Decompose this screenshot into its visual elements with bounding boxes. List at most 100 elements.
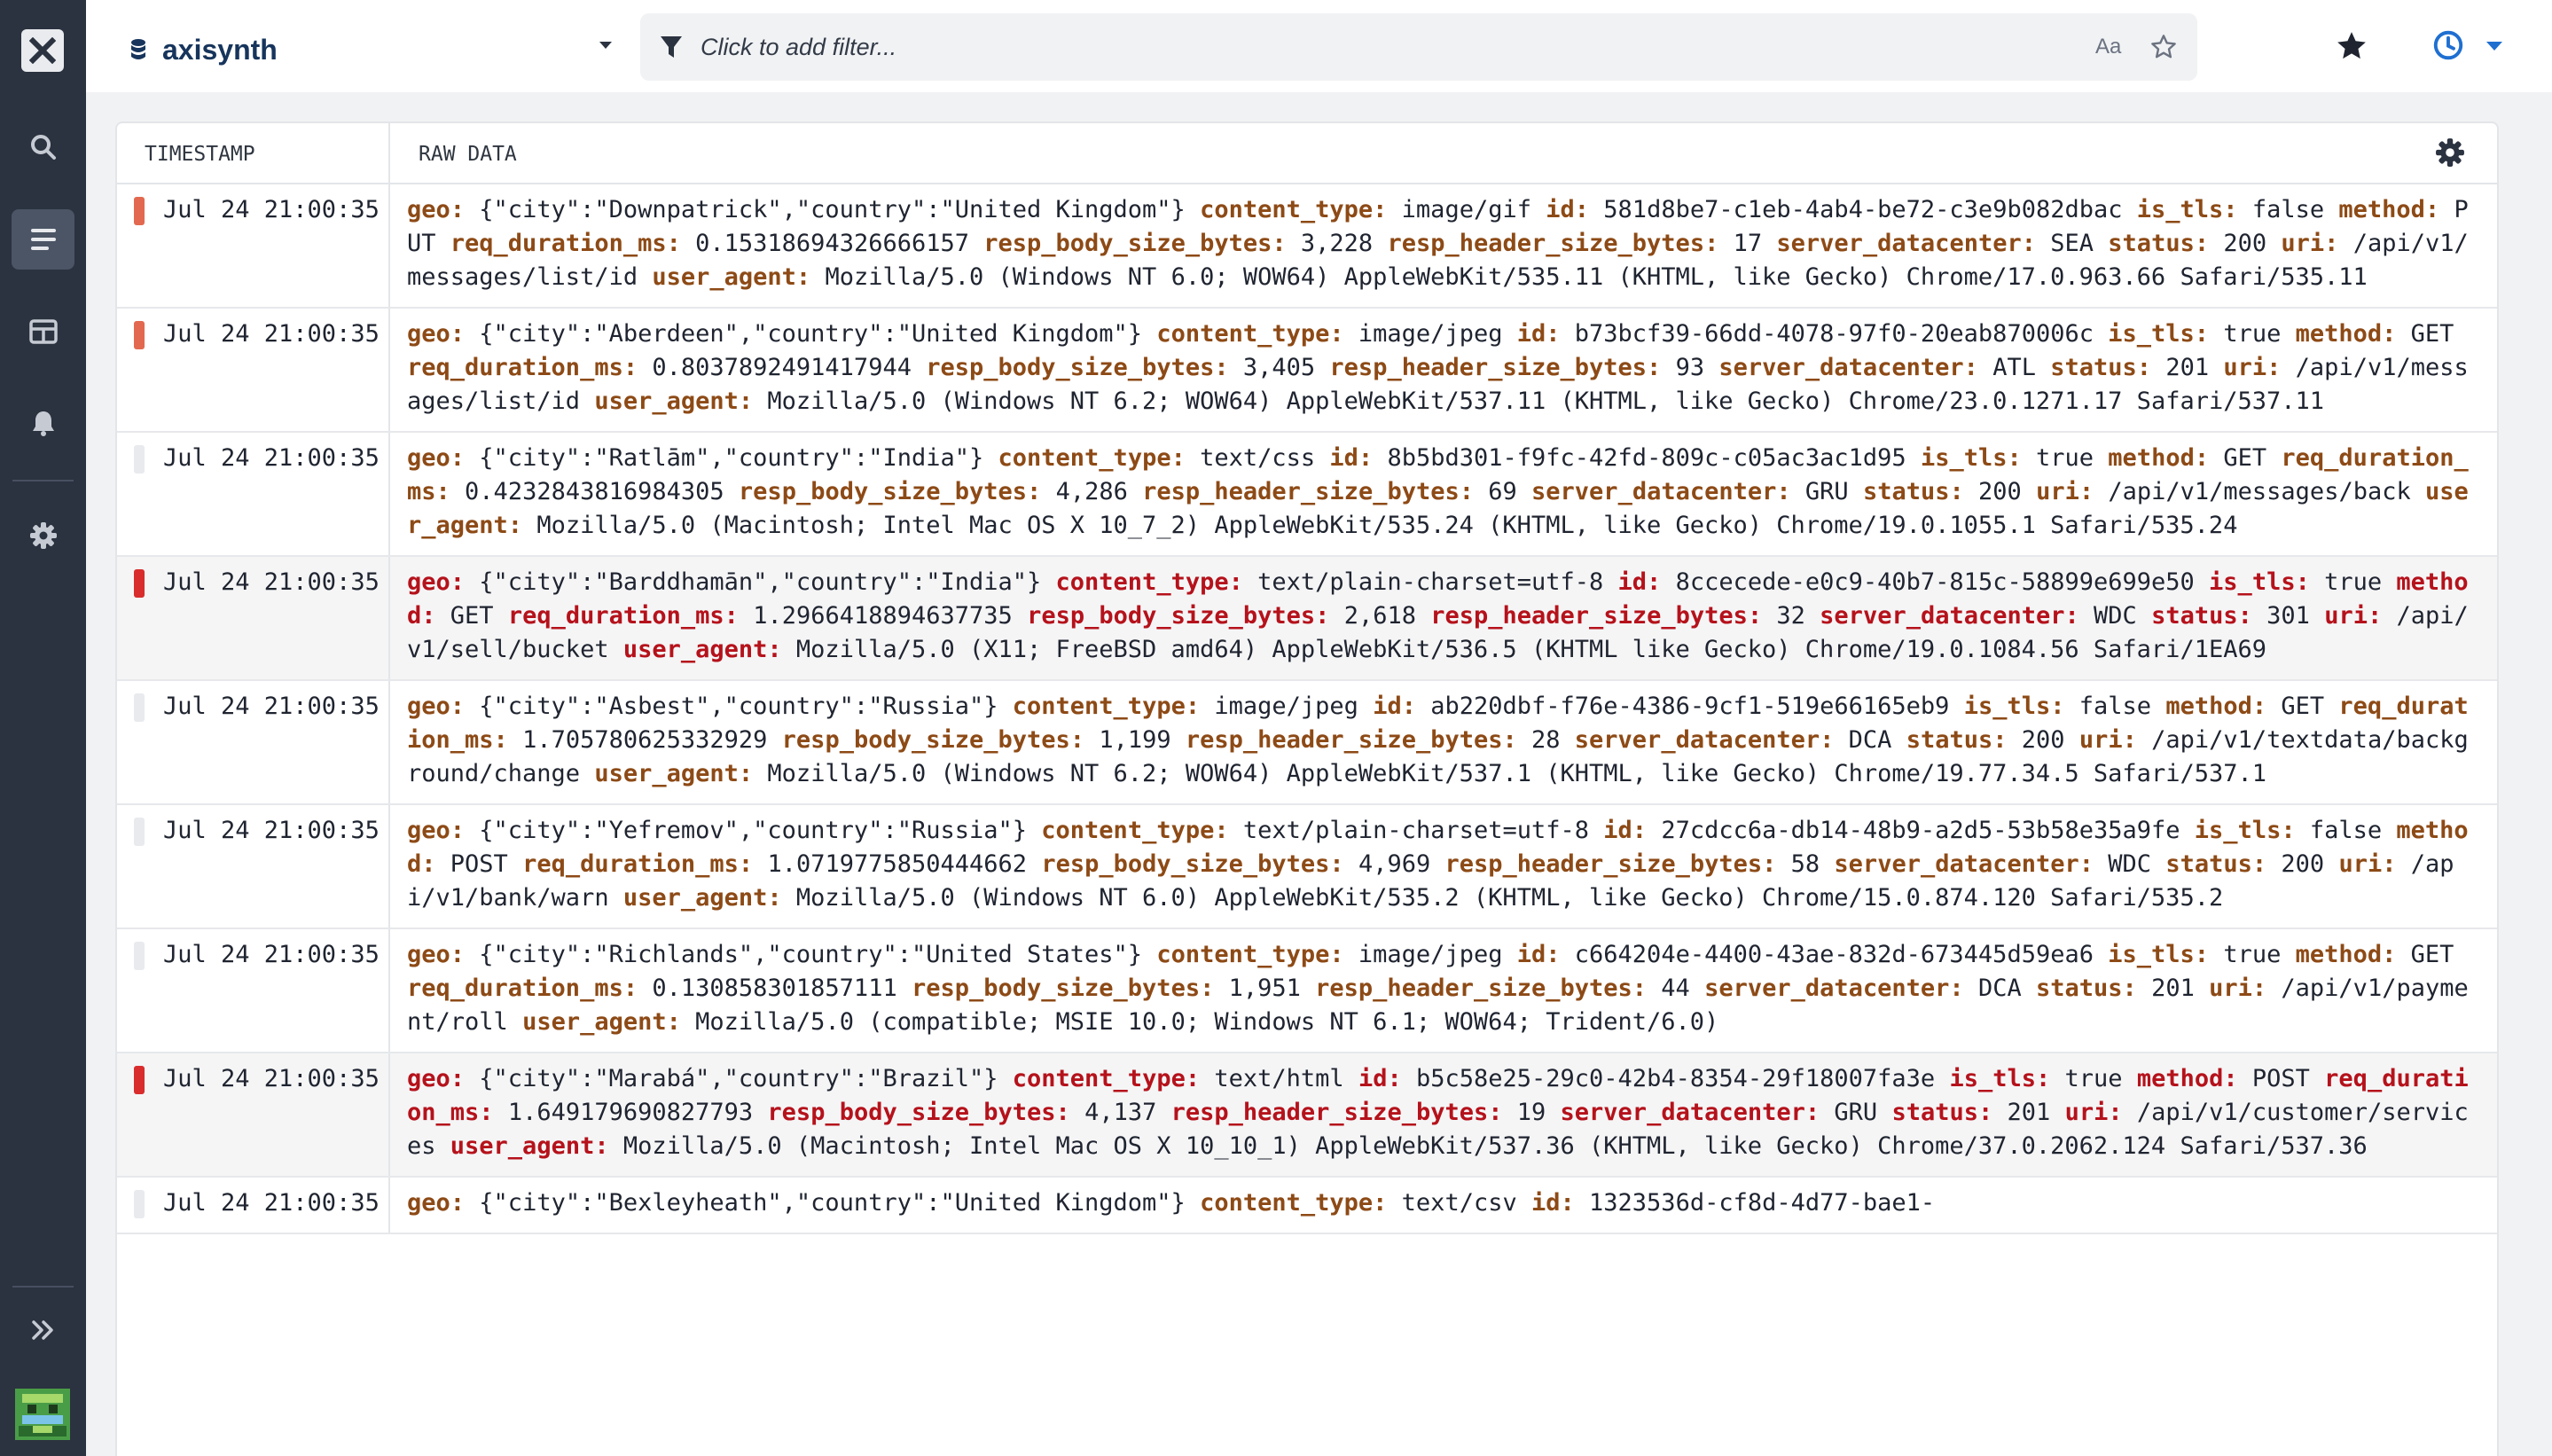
table-row[interactable]: Jul 24 21:00:35 geo: {"city":"Aberdeen","… <box>117 309 2497 433</box>
field-value[interactable]: 19 <box>1517 1099 1546 1126</box>
field-key[interactable]: geo: <box>407 817 465 844</box>
field-key[interactable]: server_datacenter: <box>1575 726 1835 754</box>
field-key[interactable]: user_agent: <box>652 263 810 291</box>
table-row[interactable]: Jul 24 21:00:35 geo: {"city":"Ratlām","co… <box>117 433 2497 557</box>
field-key[interactable]: method: <box>2296 320 2397 348</box>
field-value[interactable]: GRU <box>1834 1099 1877 1126</box>
field-key[interactable]: resp_header_size_bytes: <box>1329 354 1661 381</box>
field-value[interactable]: b5c58e25-29c0-42b4-8354-29f18007fa3e <box>1416 1065 1935 1092</box>
field-value[interactable]: Mozilla/5.0 (X11; FreeBSD amd64) AppleWe… <box>796 636 2266 663</box>
field-value[interactable]: 201 <box>2151 975 2195 1002</box>
field-key[interactable]: uri: <box>2338 850 2396 878</box>
field-key[interactable]: resp_header_size_bytes: <box>1142 478 1474 505</box>
field-key[interactable]: resp_header_size_bytes: <box>1315 975 1647 1002</box>
table-row[interactable]: Jul 24 21:00:35 geo: {"city":"Richlands",… <box>117 929 2497 1053</box>
field-key[interactable]: status: <box>2165 850 2266 878</box>
field-value[interactable]: 28 <box>1531 726 1561 754</box>
field-key[interactable]: resp_body_size_bytes: <box>767 1099 1069 1126</box>
field-key[interactable]: req_duration_ms: <box>407 975 638 1002</box>
field-key[interactable]: geo: <box>407 320 465 348</box>
field-value[interactable]: 200 <box>2223 230 2266 257</box>
field-key[interactable]: content_type: <box>1156 320 1343 348</box>
field-key[interactable]: resp_header_size_bytes: <box>1186 726 1517 754</box>
field-key[interactable]: req_duration_ms: <box>407 354 638 381</box>
column-header-timestamp[interactable]: TIMESTAMP <box>145 143 255 166</box>
field-key[interactable]: id: <box>1517 941 1561 968</box>
field-value[interactable]: 0.130858301857111 <box>652 975 896 1002</box>
field-key[interactable]: resp_body_size_bytes: <box>739 478 1041 505</box>
field-key[interactable]: id: <box>1373 693 1416 720</box>
field-value[interactable]: text/plain-charset=utf-8 <box>1243 817 1589 844</box>
field-key[interactable]: method: <box>2165 693 2266 720</box>
field-value[interactable]: 58 <box>1791 850 1820 878</box>
field-key[interactable]: content_type: <box>1156 941 1343 968</box>
field-value[interactable]: 201 <box>2165 354 2209 381</box>
field-value[interactable]: 4,969 <box>1358 850 1430 878</box>
field-key[interactable]: resp_header_size_bytes: <box>1171 1099 1503 1126</box>
field-key[interactable]: id: <box>1618 568 1662 596</box>
field-value[interactable]: DCA <box>1849 726 1892 754</box>
app-logo[interactable] <box>21 29 64 72</box>
field-key[interactable]: id: <box>1531 1189 1575 1217</box>
field-value[interactable]: 2,618 <box>1344 602 1416 630</box>
field-value[interactable]: /api/v1/messages/back <box>2108 478 2410 505</box>
field-value[interactable]: 3,405 <box>1243 354 1315 381</box>
field-key[interactable]: is_tls: <box>1964 693 2065 720</box>
user-avatar[interactable] <box>15 1389 70 1440</box>
field-key[interactable]: status: <box>2050 354 2151 381</box>
field-value[interactable]: c664204e-4400-43ae-832d-673445d59ea6 <box>1575 941 2094 968</box>
field-value[interactable]: true <box>2036 444 2094 472</box>
field-key[interactable]: server_datacenter: <box>1704 975 1964 1002</box>
field-value[interactable]: text/plain-charset=utf-8 <box>1257 568 1603 596</box>
field-key[interactable]: geo: <box>407 1189 465 1217</box>
field-value[interactable]: 8b5bd301-f9fc-42fd-809c-c05ac3ac1d95 <box>1387 444 1906 472</box>
field-value[interactable]: Mozilla/5.0 (Macintosh; Intel Mac OS X 1… <box>623 1132 2368 1160</box>
nav-dashboards[interactable] <box>0 301 86 362</box>
field-key[interactable]: user_agent: <box>623 884 782 912</box>
field-value[interactable]: {"city":"Asbest","country":"Russia"} <box>479 693 998 720</box>
field-value[interactable]: GET <box>450 602 494 630</box>
field-value[interactable]: 17 <box>1734 230 1763 257</box>
field-key[interactable]: resp_body_size_bytes: <box>912 975 1214 1002</box>
clock-icon[interactable] <box>2432 29 2464 61</box>
field-value[interactable]: 27cdcc6a-db14-48b9-a2d5-53b58e35a9fe <box>1661 817 2180 844</box>
field-key[interactable]: uri: <box>2324 602 2382 630</box>
field-key[interactable]: req_duration_ms: <box>508 602 739 630</box>
field-key[interactable]: id: <box>1517 320 1561 348</box>
field-value[interactable]: {"city":"Downpatrick","country":"United … <box>479 196 1186 223</box>
field-key[interactable]: user_agent: <box>450 1132 609 1160</box>
field-value[interactable]: ab220dbf-f76e-4386-9cf1-519e66165eb9 <box>1430 693 1949 720</box>
field-value[interactable]: false <box>2310 817 2382 844</box>
field-value[interactable]: 200 <box>2281 850 2324 878</box>
field-key[interactable]: uri: <box>2079 726 2137 754</box>
field-key[interactable]: req_duration_ms: <box>450 230 681 257</box>
field-key[interactable]: method: <box>2108 444 2209 472</box>
field-key[interactable]: content_type: <box>1056 568 1243 596</box>
field-key[interactable]: uri: <box>2281 230 2338 257</box>
field-key[interactable]: geo: <box>407 693 465 720</box>
field-key[interactable]: geo: <box>407 941 465 968</box>
field-value[interactable]: 200 <box>2022 726 2065 754</box>
field-value[interactable]: text/css <box>1200 444 1315 472</box>
field-value[interactable]: GET <box>2281 693 2324 720</box>
field-key[interactable]: id: <box>1329 444 1373 472</box>
field-key[interactable]: user_agent: <box>594 387 753 415</box>
field-key[interactable]: content_type: <box>1200 196 1387 223</box>
filter-input[interactable] <box>699 29 2029 65</box>
field-value[interactable]: 301 <box>2266 602 2310 630</box>
field-key[interactable]: status: <box>1863 478 1964 505</box>
field-key[interactable]: content_type: <box>1013 1065 1200 1092</box>
field-value[interactable]: 200 <box>1978 478 2022 505</box>
field-key[interactable]: status: <box>2151 602 2252 630</box>
field-value[interactable]: 1.705780625332929 <box>522 726 767 754</box>
field-key[interactable]: user_agent: <box>623 636 782 663</box>
field-key[interactable]: resp_header_size_bytes: <box>1445 850 1777 878</box>
field-key[interactable]: is_tls: <box>2108 941 2209 968</box>
field-value[interactable]: Mozilla/5.0 (compatible; MSIE 10.0; Wind… <box>695 1008 1718 1036</box>
nav-alerts[interactable] <box>0 393 86 453</box>
field-value[interactable]: false <box>2079 693 2151 720</box>
time-range-caret-icon[interactable] <box>2485 41 2503 51</box>
dataset-selector[interactable]: axisynth <box>130 27 612 73</box>
star-outline-icon[interactable] <box>2149 33 2178 61</box>
field-value[interactable]: WDC <box>2108 850 2151 878</box>
